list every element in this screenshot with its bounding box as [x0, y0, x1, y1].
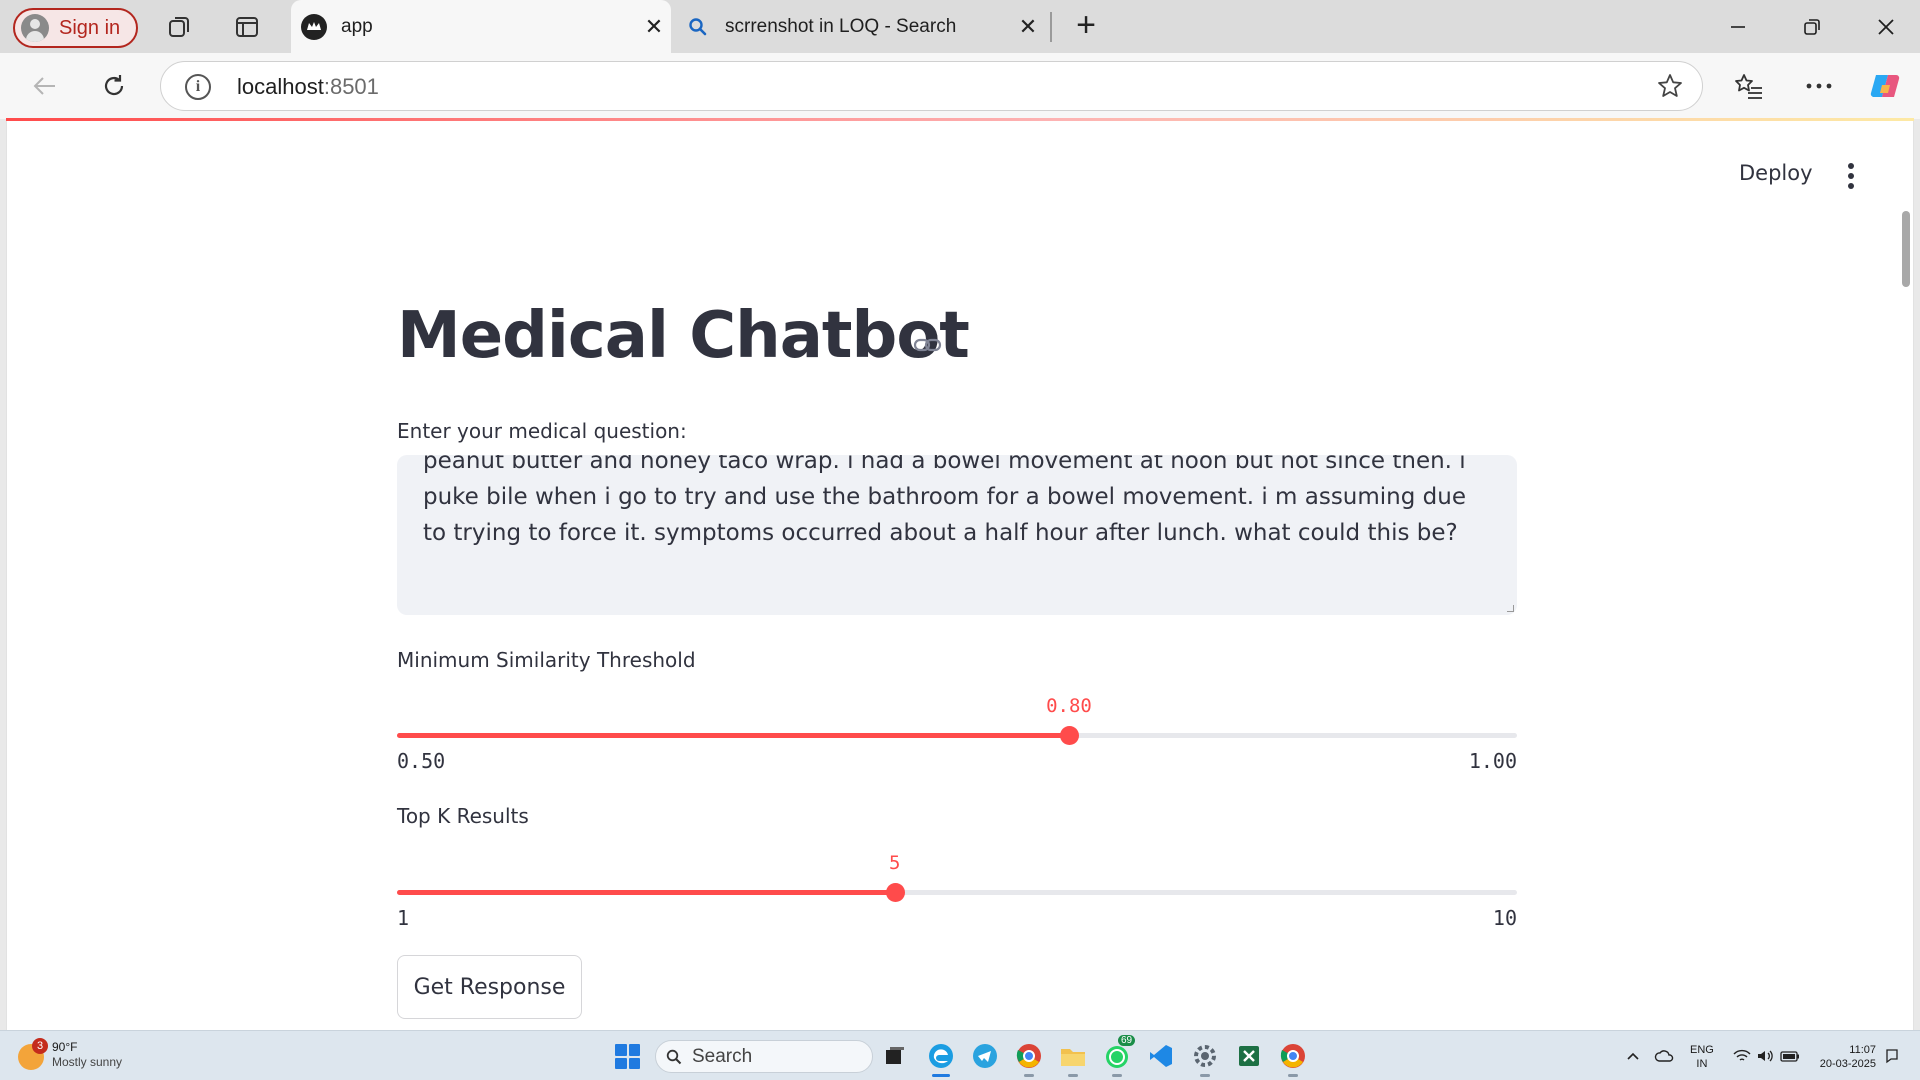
tab-actions-icon[interactable]	[232, 12, 262, 42]
get-response-button[interactable]: Get Response	[397, 955, 582, 1019]
streamlit-crown-icon	[301, 13, 327, 40]
slider-value: 0.80	[1046, 695, 1092, 717]
question-label: Enter your medical question:	[397, 419, 687, 443]
windows-start-icon[interactable]	[615, 1044, 640, 1069]
slider-fill	[397, 890, 895, 895]
restore-icon[interactable]	[1792, 10, 1832, 44]
taskbar: 3 90°F Mostly sunny Search 69 ENG IN 11:…	[0, 1030, 1920, 1080]
sign-in-label: Sign in	[59, 16, 121, 39]
tab-title: scrrenshot in LOQ - Search	[725, 15, 957, 37]
tab-search[interactable]: scrrenshot in LOQ - Search ✕	[675, 0, 1045, 53]
show-hidden-icons-icon[interactable]	[1626, 1031, 1640, 1080]
taskbar-search-label: Search	[692, 1045, 753, 1067]
topk-label: Top K Results	[397, 804, 529, 828]
battery-icon[interactable]	[1780, 1031, 1800, 1080]
slider-max: 10	[1492, 906, 1517, 930]
clock[interactable]: 11:07 20-03-2025	[1810, 1043, 1876, 1071]
minimize-icon[interactable]	[1718, 10, 1758, 44]
copilot-icon[interactable]	[1866, 67, 1904, 105]
weather-temp: 90°F	[52, 1040, 78, 1054]
file-explorer-icon[interactable]	[1058, 1041, 1088, 1077]
address-bar[interactable]: i localhost:8501	[160, 61, 1703, 111]
similarity-label: Minimum Similarity Threshold	[397, 648, 696, 672]
slider-thumb[interactable]	[885, 883, 905, 902]
search-icon	[685, 14, 711, 40]
weather-badge: 3	[32, 1038, 48, 1054]
weather-condition: Mostly sunny	[52, 1055, 123, 1069]
new-tab-button[interactable]: +	[1068, 8, 1104, 44]
excel-icon[interactable]	[1234, 1041, 1264, 1071]
close-tab-icon[interactable]: ✕	[1011, 14, 1045, 40]
taskbar-search[interactable]: Search	[655, 1040, 873, 1073]
volume-icon[interactable]	[1756, 1031, 1774, 1080]
slider-max: 1.00	[1468, 749, 1517, 773]
chrome-icon[interactable]	[1014, 1041, 1044, 1077]
profile-sign-in-button[interactable]: Sign in	[13, 8, 138, 48]
slider-value: 5	[889, 852, 901, 874]
notifications-icon[interactable]	[1884, 1031, 1900, 1080]
language-indicator[interactable]: ENG IN	[1690, 1043, 1714, 1071]
url-text: localhost:8501	[237, 74, 379, 99]
browser-toolbar: i localhost:8501	[0, 53, 1920, 119]
more-options-icon[interactable]	[1800, 67, 1838, 105]
scrollbar-thumb[interactable]	[1902, 211, 1910, 287]
refresh-icon[interactable]	[95, 67, 133, 105]
main-menu-icon[interactable]	[1847, 163, 1855, 189]
settings-gear-icon[interactable]	[1190, 1041, 1220, 1077]
search-icon	[666, 1049, 682, 1064]
slider-fill	[397, 733, 1069, 738]
telegram-icon[interactable]	[970, 1041, 1000, 1071]
weather-widget[interactable]: 3 90°F Mostly sunny	[18, 1038, 123, 1070]
favorite-star-icon[interactable]	[1656, 72, 1684, 105]
page-title: Medical Chatbot	[397, 299, 970, 373]
question-text: peanut butter and honey taco wrap. i had…	[423, 455, 1474, 546]
resize-handle[interactable]	[1507, 605, 1514, 612]
onedrive-cloud-icon[interactable]	[1654, 1031, 1674, 1080]
slider-thumb[interactable]	[1060, 726, 1079, 745]
slider-min: 1	[397, 906, 410, 930]
question-textarea[interactable]: peanut butter and honey taco wrap. i had…	[397, 455, 1517, 615]
favorites-list-icon[interactable]	[1730, 67, 1768, 105]
tab-title: app	[341, 15, 373, 37]
chrome-profile-icon[interactable]	[1278, 1041, 1308, 1077]
browser-tab-strip: Sign in app ✕ scrrenshot in LOQ - Search…	[0, 0, 1920, 53]
edge-browser-icon[interactable]	[926, 1041, 956, 1077]
close-window-icon[interactable]	[1866, 10, 1906, 44]
whatsapp-icon[interactable]: 69	[1102, 1035, 1136, 1077]
back-arrow-icon[interactable]	[26, 67, 64, 105]
anchor-link-icon[interactable]	[913, 334, 943, 356]
workspaces-icon[interactable]	[165, 12, 195, 42]
wifi-icon[interactable]	[1733, 1031, 1751, 1080]
close-tab-icon[interactable]: ✕	[637, 14, 671, 40]
deploy-button[interactable]: Deploy	[1739, 161, 1813, 185]
whatsapp-badge: 69	[1118, 1035, 1136, 1046]
profile-avatar-icon	[21, 14, 49, 42]
app-viewport: Deploy Medical Chatbot Enter your medica…	[6, 121, 1914, 1030]
site-info-icon[interactable]: i	[185, 74, 211, 100]
tab-app[interactable]: app ✕	[291, 0, 671, 53]
sun-icon: 3	[18, 1038, 48, 1070]
vscode-icon[interactable]	[1146, 1041, 1176, 1071]
slider-min: 0.50	[397, 749, 446, 773]
tab-separator	[1050, 12, 1052, 42]
task-view-icon[interactable]	[880, 1041, 910, 1071]
topk-slider[interactable]: 5 1 10	[397, 852, 1517, 930]
similarity-slider[interactable]: 0.80 0.50 1.00	[397, 695, 1517, 773]
